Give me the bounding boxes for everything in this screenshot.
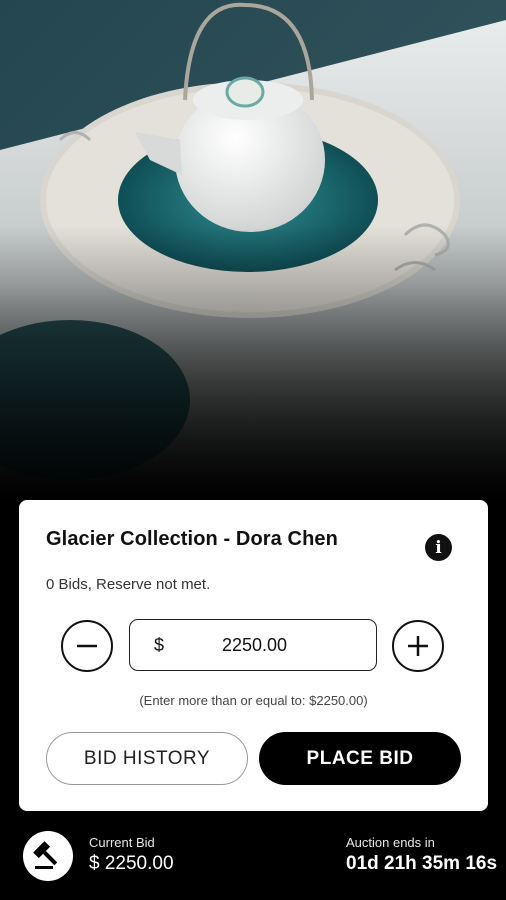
plus-icon [408, 636, 428, 656]
bid-hint: (Enter more than or equal to: $2250.00) [139, 693, 368, 708]
bid-amount-input[interactable]: $ 2250.00 [129, 619, 377, 671]
product-title: Glacier Collection - Dora Chen [46, 528, 338, 550]
bid-card: Glacier Collection - Dora Chen i 0 Bids,… [19, 500, 488, 811]
current-bid-value: $ 2250.00 [89, 853, 174, 874]
auction-countdown: 01d 21h 35m 16s [346, 853, 498, 874]
currency-symbol: $ [154, 635, 165, 655]
auction-status-bar: Current Bid $ 2250.00 Auction ends in 01… [0, 811, 506, 900]
current-bid-label: Current Bid [89, 835, 155, 850]
info-icon[interactable]: i [425, 534, 452, 561]
decrease-bid-button[interactable] [61, 620, 113, 672]
bids-status: 0 Bids, Reserve not met. [46, 576, 211, 593]
auction-ends-label: Auction ends in [346, 835, 435, 850]
bid-history-button[interactable]: BID HISTORY [46, 732, 248, 785]
place-bid-button[interactable]: PLACE BID [259, 732, 461, 785]
gavel-icon [23, 831, 73, 881]
product-image [0, 0, 506, 500]
minus-icon [77, 644, 97, 648]
bid-amount-value: 2250.00 [222, 635, 288, 655]
increase-bid-button[interactable] [392, 620, 444, 672]
